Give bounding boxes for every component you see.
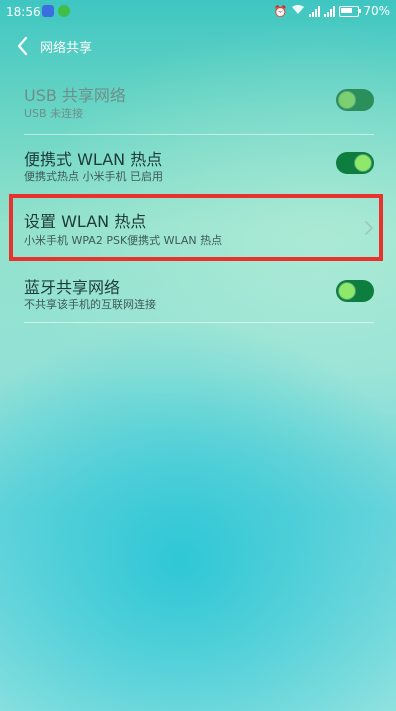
bluetooth-tethering-title: 蓝牙共享网络 (24, 278, 121, 297)
status-bar: 18:56 ⏰ 70% (0, 0, 396, 24)
battery-icon (339, 5, 362, 17)
wifi-icon (291, 4, 305, 18)
app-notification-icon (42, 5, 54, 17)
portable-hotspot-subtitle: 便携式热点 小米手机 已启用 (24, 170, 163, 183)
portable-hotspot-title: 便携式 WLAN 热点 (24, 150, 163, 169)
app-header: 网络共享 (0, 24, 396, 68)
portable-hotspot-toggle[interactable] (336, 152, 374, 174)
bluetooth-tethering-subtitle: 不共享该手机的互联网连接 (24, 298, 156, 311)
toggle-knob (355, 155, 371, 171)
wechat-notification-icon (58, 5, 70, 17)
toggle-knob (339, 283, 355, 299)
battery-level: 70% (363, 4, 390, 18)
page-title: 网络共享 (40, 41, 93, 56)
bluetooth-tethering-row[interactable]: 蓝牙共享网络 不共享该手机的互联网连接 (0, 264, 396, 322)
usb-tethering-toggle[interactable] (336, 89, 374, 111)
chevron-left-icon (17, 36, 28, 56)
divider (24, 322, 374, 323)
usb-tethering-row[interactable]: USB 共享网络 USB 未连接 (0, 70, 396, 134)
status-right: ⏰ 70% (274, 4, 390, 18)
bluetooth-tethering-toggle[interactable] (336, 280, 374, 302)
divider (24, 134, 374, 135)
usb-tethering-subtitle: USB 未连接 (24, 107, 84, 120)
signal-icon-2 (324, 5, 336, 17)
usb-tethering-title: USB 共享网络 (24, 86, 126, 105)
alarm-icon: ⏰ (273, 4, 288, 18)
status-time: 18:56 (6, 5, 41, 19)
toggle-knob (339, 92, 355, 108)
back-button[interactable] (14, 33, 38, 59)
signal-icon-1 (309, 5, 321, 17)
portable-hotspot-row[interactable]: 便携式 WLAN 热点 便携式热点 小米手机 已启用 (0, 136, 396, 194)
highlight-box (9, 194, 383, 261)
